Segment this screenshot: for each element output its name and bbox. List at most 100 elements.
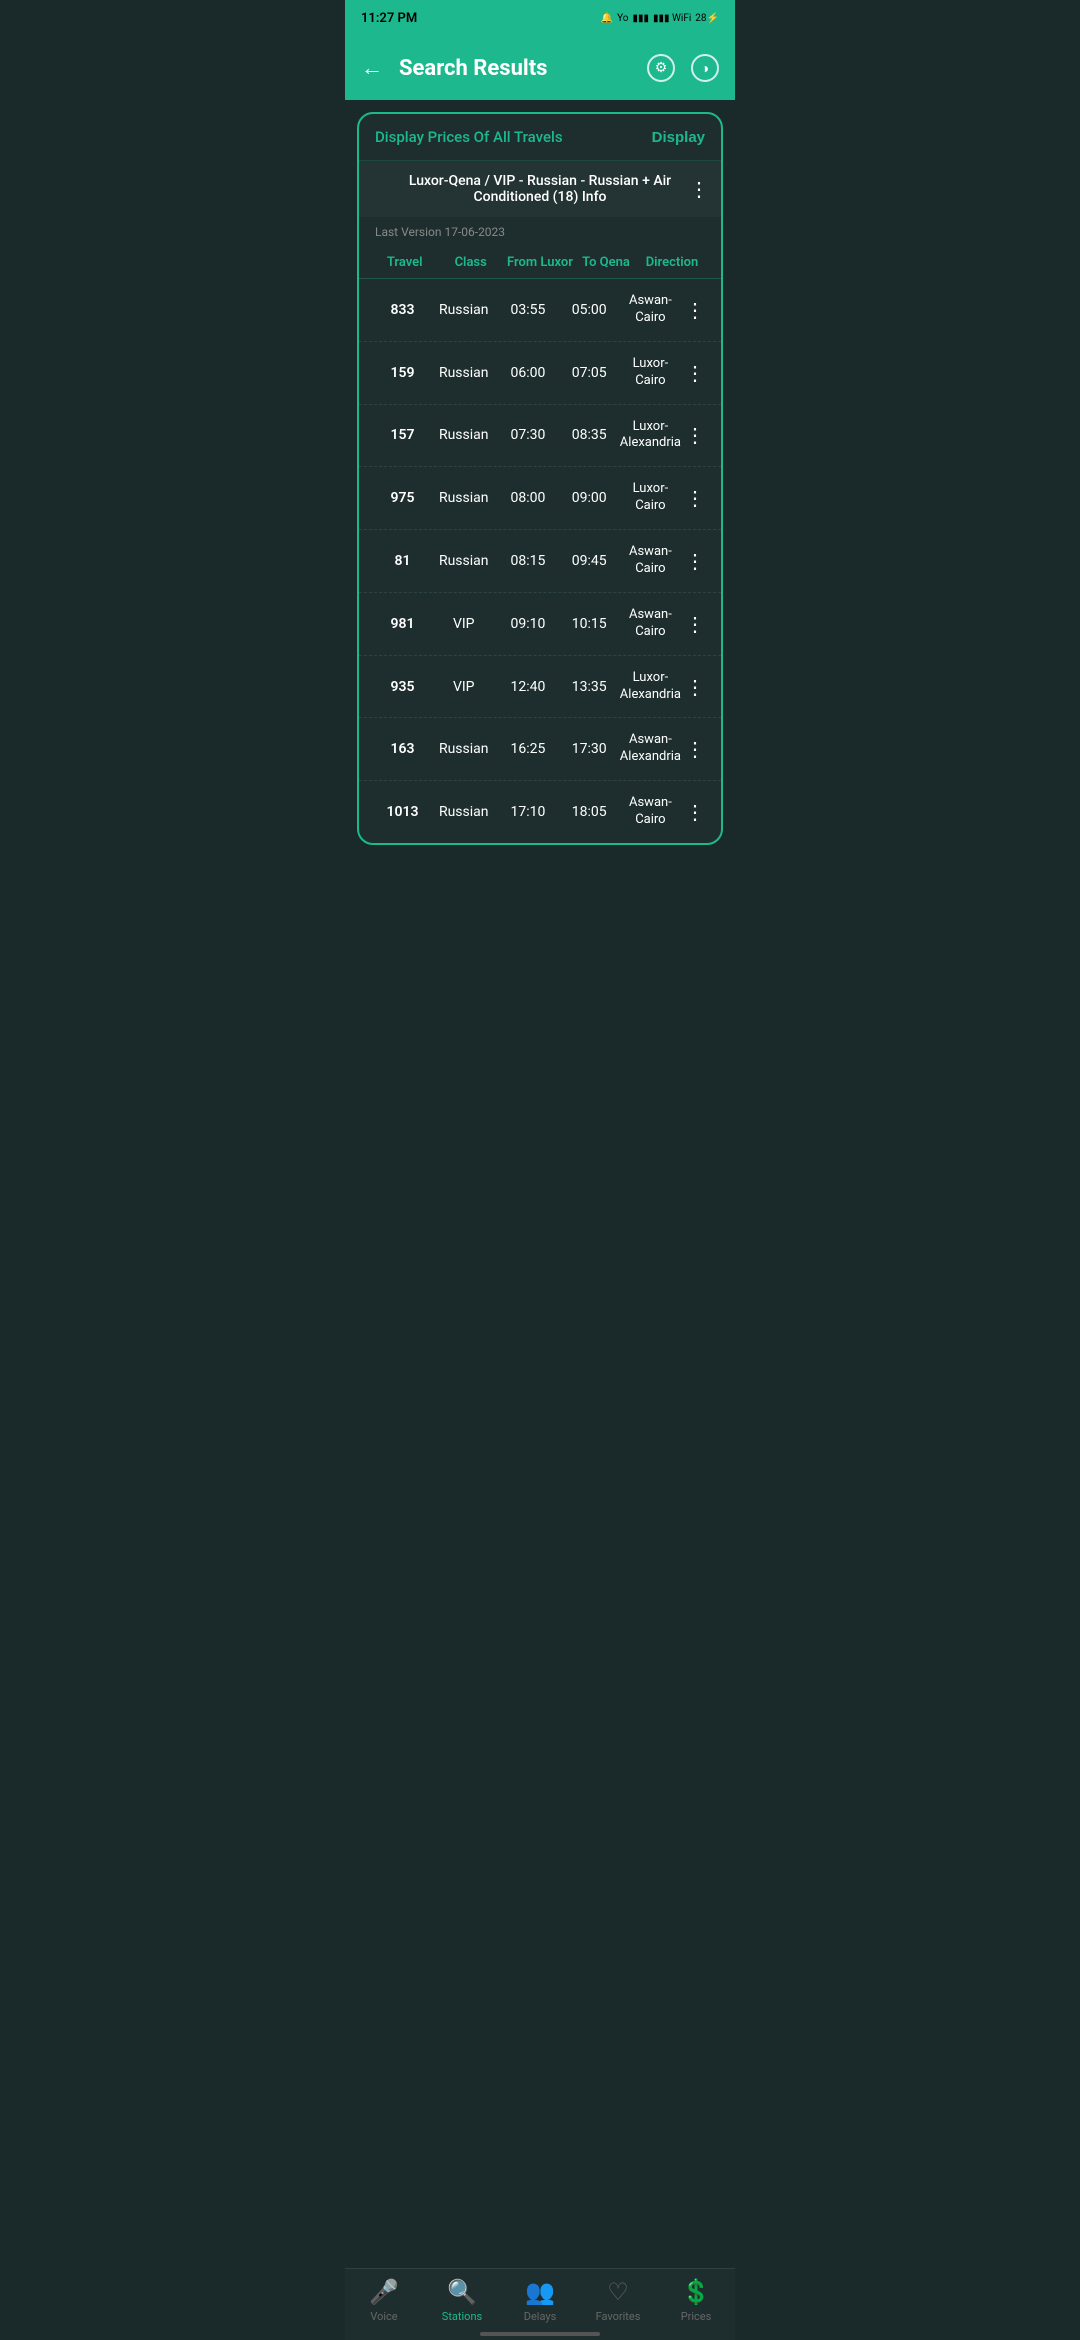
stations-icon: 🔍 — [447, 2278, 477, 2306]
cell-dir-2: Luxor-Alexandria — [620, 419, 681, 453]
header-travel: Travel — [375, 255, 434, 270]
cell-dir-3: Luxor-Cairo — [620, 481, 681, 515]
cell-from-0: 03:55 — [497, 302, 558, 318]
cell-to-0: 05:00 — [559, 302, 620, 318]
cell-dir-0: Aswan-Cairo — [620, 293, 681, 327]
header-from: From Luxor — [507, 255, 573, 270]
status-icons: 🔔 Yo ▮▮▮ ▮▮▮ WiFi 28⚡ — [601, 13, 719, 24]
cell-to-4: 09:45 — [559, 553, 620, 569]
table-row[interactable]: 981 VIP 09:10 10:15 Aswan-Cairo ⋮ — [359, 593, 721, 656]
nav-favorites[interactable]: ♡ Favorites — [588, 2278, 648, 2323]
display-button[interactable]: Display — [652, 129, 705, 146]
table-row[interactable]: 833 Russian 03:55 05:00 Aswan-Cairo ⋮ — [359, 279, 721, 342]
nav-delays-label: Delays — [524, 2310, 557, 2323]
back-button[interactable]: ← — [361, 55, 383, 81]
cell-class-6: VIP — [430, 679, 497, 695]
status-battery: 28⚡ — [695, 13, 719, 24]
table-body: 833 Russian 03:55 05:00 Aswan-Cairo ⋮ 15… — [359, 279, 721, 843]
cell-to-2: 08:35 — [559, 427, 620, 443]
cell-class-2: Russian — [430, 427, 497, 443]
row-more-8[interactable]: ⋮ — [681, 800, 705, 824]
table-row[interactable]: 1013 Russian 17:10 18:05 Aswan-Cairo ⋮ — [359, 781, 721, 843]
row-more-1[interactable]: ⋮ — [681, 361, 705, 385]
nav-stations-label: Stations — [442, 2310, 482, 2323]
table-row[interactable]: 159 Russian 06:00 07:05 Luxor-Cairo ⋮ — [359, 342, 721, 405]
cell-class-7: Russian — [430, 741, 497, 757]
app-bar-actions: ⚙ ◑ — [647, 54, 719, 82]
cell-travel-8: 1013 — [375, 804, 430, 820]
table-row[interactable]: 163 Russian 16:25 17:30 Aswan-Alexandria… — [359, 718, 721, 781]
nav-voice-label: Voice — [370, 2310, 397, 2323]
cell-to-8: 18:05 — [559, 804, 620, 820]
home-indicator — [480, 2332, 600, 2336]
row-more-0[interactable]: ⋮ — [681, 298, 705, 322]
cell-travel-1: 159 — [375, 365, 430, 381]
cell-class-1: Russian — [430, 365, 497, 381]
display-prices-text: Display Prices Of All Travels — [375, 128, 563, 146]
cell-dir-5: Aswan-Cairo — [620, 607, 681, 641]
favorites-icon: ♡ — [607, 2278, 629, 2306]
cell-to-1: 07:05 — [559, 365, 620, 381]
status-lte: Yo — [617, 13, 628, 24]
cell-to-5: 10:15 — [559, 616, 620, 632]
table-row[interactable]: 935 VIP 12:40 13:35 Luxor-Alexandria ⋮ — [359, 656, 721, 719]
route-more-icon[interactable]: ⋮ — [689, 177, 709, 201]
cell-from-2: 07:30 — [497, 427, 558, 443]
cell-dir-1: Luxor-Cairo — [620, 356, 681, 390]
cell-from-1: 06:00 — [497, 365, 558, 381]
nav-favorites-label: Favorites — [596, 2310, 641, 2323]
nav-delays[interactable]: 👥 Delays — [510, 2278, 570, 2323]
bottom-nav: 🎤 Voice 🔍 Stations 👥 Delays ♡ Favorites … — [345, 2268, 735, 2340]
status-time: 11:27 PM — [361, 11, 417, 26]
theme-icon: ◑ — [701, 60, 709, 77]
row-more-2[interactable]: ⋮ — [681, 423, 705, 447]
row-more-4[interactable]: ⋮ — [681, 549, 705, 573]
cell-travel-6: 935 — [375, 679, 430, 695]
cell-from-7: 16:25 — [497, 741, 558, 757]
cell-from-8: 17:10 — [497, 804, 558, 820]
cell-travel-2: 157 — [375, 427, 430, 443]
table-header: Travel Class From Luxor To Qena Directio… — [359, 247, 721, 279]
table-row[interactable]: 81 Russian 08:15 09:45 Aswan-Cairo ⋮ — [359, 530, 721, 593]
route-info-row: Luxor-Qena / VIP - Russian - Russian + A… — [359, 161, 721, 217]
row-more-6[interactable]: ⋮ — [681, 675, 705, 699]
nav-stations[interactable]: 🔍 Stations — [432, 2278, 492, 2323]
nav-prices[interactable]: 💲 Prices — [666, 2278, 726, 2323]
cell-class-5: VIP — [430, 616, 497, 632]
display-prices-row: Display Prices Of All Travels Display — [359, 114, 721, 161]
nav-prices-label: Prices — [681, 2310, 712, 2323]
table-row[interactable]: 975 Russian 08:00 09:00 Luxor-Cairo ⋮ — [359, 467, 721, 530]
cell-to-3: 09:00 — [559, 490, 620, 506]
header-class: Class — [434, 255, 507, 270]
delays-icon: 👥 — [525, 2278, 555, 2306]
route-text: Luxor-Qena / VIP - Russian - Russian + A… — [375, 173, 705, 205]
voice-icon: 🎤 — [369, 2278, 399, 2306]
row-more-7[interactable]: ⋮ — [681, 737, 705, 761]
cell-class-4: Russian — [430, 553, 497, 569]
row-more-3[interactable]: ⋮ — [681, 486, 705, 510]
results-card: Display Prices Of All Travels Display Lu… — [357, 112, 723, 845]
app-bar: ← Search Results ⚙ ◑ — [345, 36, 735, 100]
status-wifi: ▮▮▮ WiFi — [653, 13, 691, 24]
status-bar: 11:27 PM 🔔 Yo ▮▮▮ ▮▮▮ WiFi 28⚡ — [345, 0, 735, 36]
cell-dir-7: Aswan-Alexandria — [620, 732, 681, 766]
main-content: Display Prices Of All Travels Display Lu… — [345, 100, 735, 857]
page-title: Search Results — [399, 56, 647, 81]
table-row[interactable]: 157 Russian 07:30 08:35 Luxor-Alexandria… — [359, 405, 721, 468]
cell-to-6: 13:35 — [559, 679, 620, 695]
cell-from-5: 09:10 — [497, 616, 558, 632]
cell-from-4: 08:15 — [497, 553, 558, 569]
cell-class-0: Russian — [430, 302, 497, 318]
cell-travel-4: 81 — [375, 553, 430, 569]
gear-icon: ⚙ — [655, 60, 668, 76]
cell-dir-8: Aswan-Cairo — [620, 795, 681, 829]
nav-voice[interactable]: 🎤 Voice — [354, 2278, 414, 2323]
cell-class-8: Russian — [430, 804, 497, 820]
prices-icon: 💲 — [681, 2278, 711, 2306]
status-signal: 🔔 — [601, 13, 613, 24]
cell-from-6: 12:40 — [497, 679, 558, 695]
theme-button[interactable]: ◑ — [691, 54, 719, 82]
version-text: Last Version 17-06-2023 — [359, 217, 721, 247]
row-more-5[interactable]: ⋮ — [681, 612, 705, 636]
settings-button[interactable]: ⚙ — [647, 54, 675, 82]
